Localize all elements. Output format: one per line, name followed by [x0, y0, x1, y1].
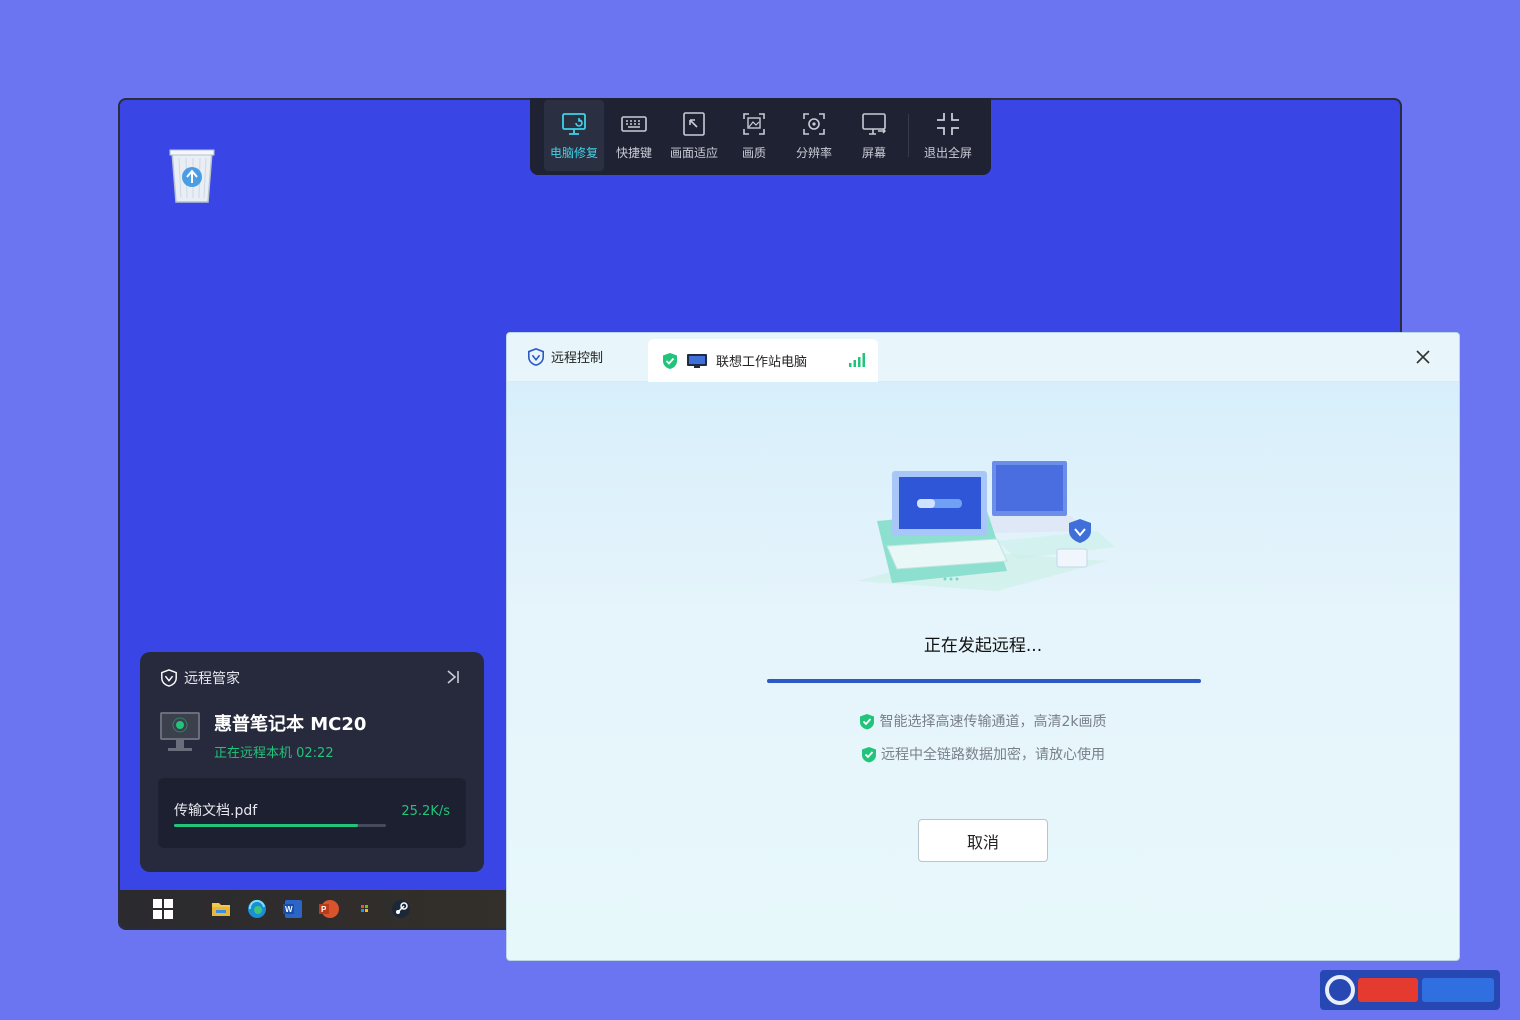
- remote-manager-card: 远程管家 惠普笔记本 MC20 正在远程本机 02:22 传输文档.pdf 25…: [140, 652, 484, 872]
- tip-high-speed: 智能选择高速传输通道，高清2k画质: [507, 711, 1459, 731]
- toolbar-fit-screen[interactable]: 画面适应: [664, 100, 724, 171]
- secure-shield-icon: [663, 352, 677, 369]
- remote-connection-illustration: [847, 451, 1117, 601]
- shield-logo-icon: [527, 347, 545, 366]
- file-name: 传输文档.pdf: [174, 803, 258, 819]
- toolbar-label: 快捷键: [615, 146, 652, 160]
- keyboard-icon: [621, 116, 647, 132]
- tip-text: 远程中全链路数据加密，请放心使用: [881, 747, 1105, 763]
- tip-encryption: 远程中全链路数据加密，请放心使用: [507, 744, 1459, 764]
- remote-toolbar: 电脑修复 快捷键 画面适应 画质 分辨率 屏幕 退出全屏: [530, 98, 991, 175]
- toolbar-label: 退出全屏: [923, 146, 972, 160]
- toolbar-image-quality[interactable]: 画质: [724, 100, 784, 171]
- toolbar-screen[interactable]: 屏幕: [844, 100, 904, 171]
- recycle-bin-icon[interactable]: [164, 144, 220, 206]
- svg-text:P: P: [321, 905, 327, 914]
- edge-browser-icon[interactable]: [246, 898, 268, 920]
- monitor-repair-icon: [562, 113, 586, 135]
- toolbar-label: 画面适应: [669, 146, 718, 160]
- device-monitor-icon: [158, 710, 202, 754]
- toolbar-shortcuts[interactable]: 快捷键: [604, 100, 664, 171]
- toolbar-label: 分辨率: [795, 146, 832, 160]
- file-explorer-icon[interactable]: [210, 898, 232, 920]
- file-transfer-item[interactable]: 传输文档.pdf 25.2K/s: [158, 778, 466, 848]
- connection-progress-fill: [767, 679, 1201, 683]
- windows-start-icon[interactable]: [152, 898, 174, 920]
- word-icon[interactable]: W: [282, 898, 304, 920]
- transfer-progress-fill: [174, 824, 359, 827]
- remote-control-dialog: 远程控制 联想工作站电脑 正在发起远程... 智能选择高速传输通道，高清2k画质…: [506, 332, 1460, 961]
- tab-lenovo-workstation[interactable]: 联想工作站电脑: [648, 339, 878, 382]
- signal-strength-icon: [849, 353, 865, 367]
- image-quality-icon: [743, 113, 765, 135]
- screen-switch-icon: [862, 113, 886, 135]
- manager-header: 远程管家: [160, 668, 240, 688]
- cancel-button[interactable]: 取消: [918, 819, 1048, 862]
- tip-text: 智能选择高速传输通道，高清2k画质: [879, 714, 1107, 730]
- fit-screen-icon: [683, 112, 705, 136]
- close-icon[interactable]: [1413, 347, 1433, 367]
- steam-icon[interactable]: [390, 898, 412, 920]
- toolbar-label: 画质: [741, 146, 766, 160]
- toolbar-exit-fullscreen[interactable]: 退出全屏: [913, 100, 983, 171]
- site-watermark-logo: [1320, 970, 1500, 1010]
- shield-logo-icon: [161, 669, 177, 687]
- transfer-progress-bar: [174, 824, 386, 827]
- toolbar-label: 电脑修复: [549, 146, 598, 160]
- toolbar-label: 屏幕: [861, 146, 886, 160]
- toolbar-resolution[interactable]: 分辨率: [784, 100, 844, 171]
- dialog-tab-bar: 远程控制 联想工作站电脑: [507, 333, 1459, 382]
- tab-label: 联想工作站电脑: [716, 355, 808, 370]
- secure-shield-icon: [860, 713, 875, 729]
- collapse-panel-icon[interactable]: [444, 668, 462, 686]
- connection-progress-bar: [767, 679, 1201, 683]
- tab-remote-control[interactable]: 远程控制: [527, 347, 603, 366]
- resolution-icon: [803, 113, 825, 135]
- tab-label: 远程控制: [551, 351, 604, 366]
- secure-shield-icon: [862, 746, 876, 762]
- exit-fullscreen-icon: [937, 113, 959, 135]
- connection-status-title: 正在发起远程...: [923, 636, 1043, 656]
- store-icon[interactable]: [354, 898, 376, 920]
- remote-status: 正在远程本机 02:22: [214, 746, 334, 761]
- toolbar-divider: [908, 114, 909, 157]
- toolbar-computer-repair[interactable]: 电脑修复: [544, 100, 604, 171]
- powerpoint-icon[interactable]: P: [318, 898, 340, 920]
- manager-title: 远程管家: [184, 671, 240, 687]
- svg-text:W: W: [285, 905, 293, 914]
- device-name: 惠普笔记本 MC20: [214, 714, 367, 735]
- monitor-icon: [687, 353, 707, 368]
- transfer-speed: 25.2K/s: [401, 804, 450, 819]
